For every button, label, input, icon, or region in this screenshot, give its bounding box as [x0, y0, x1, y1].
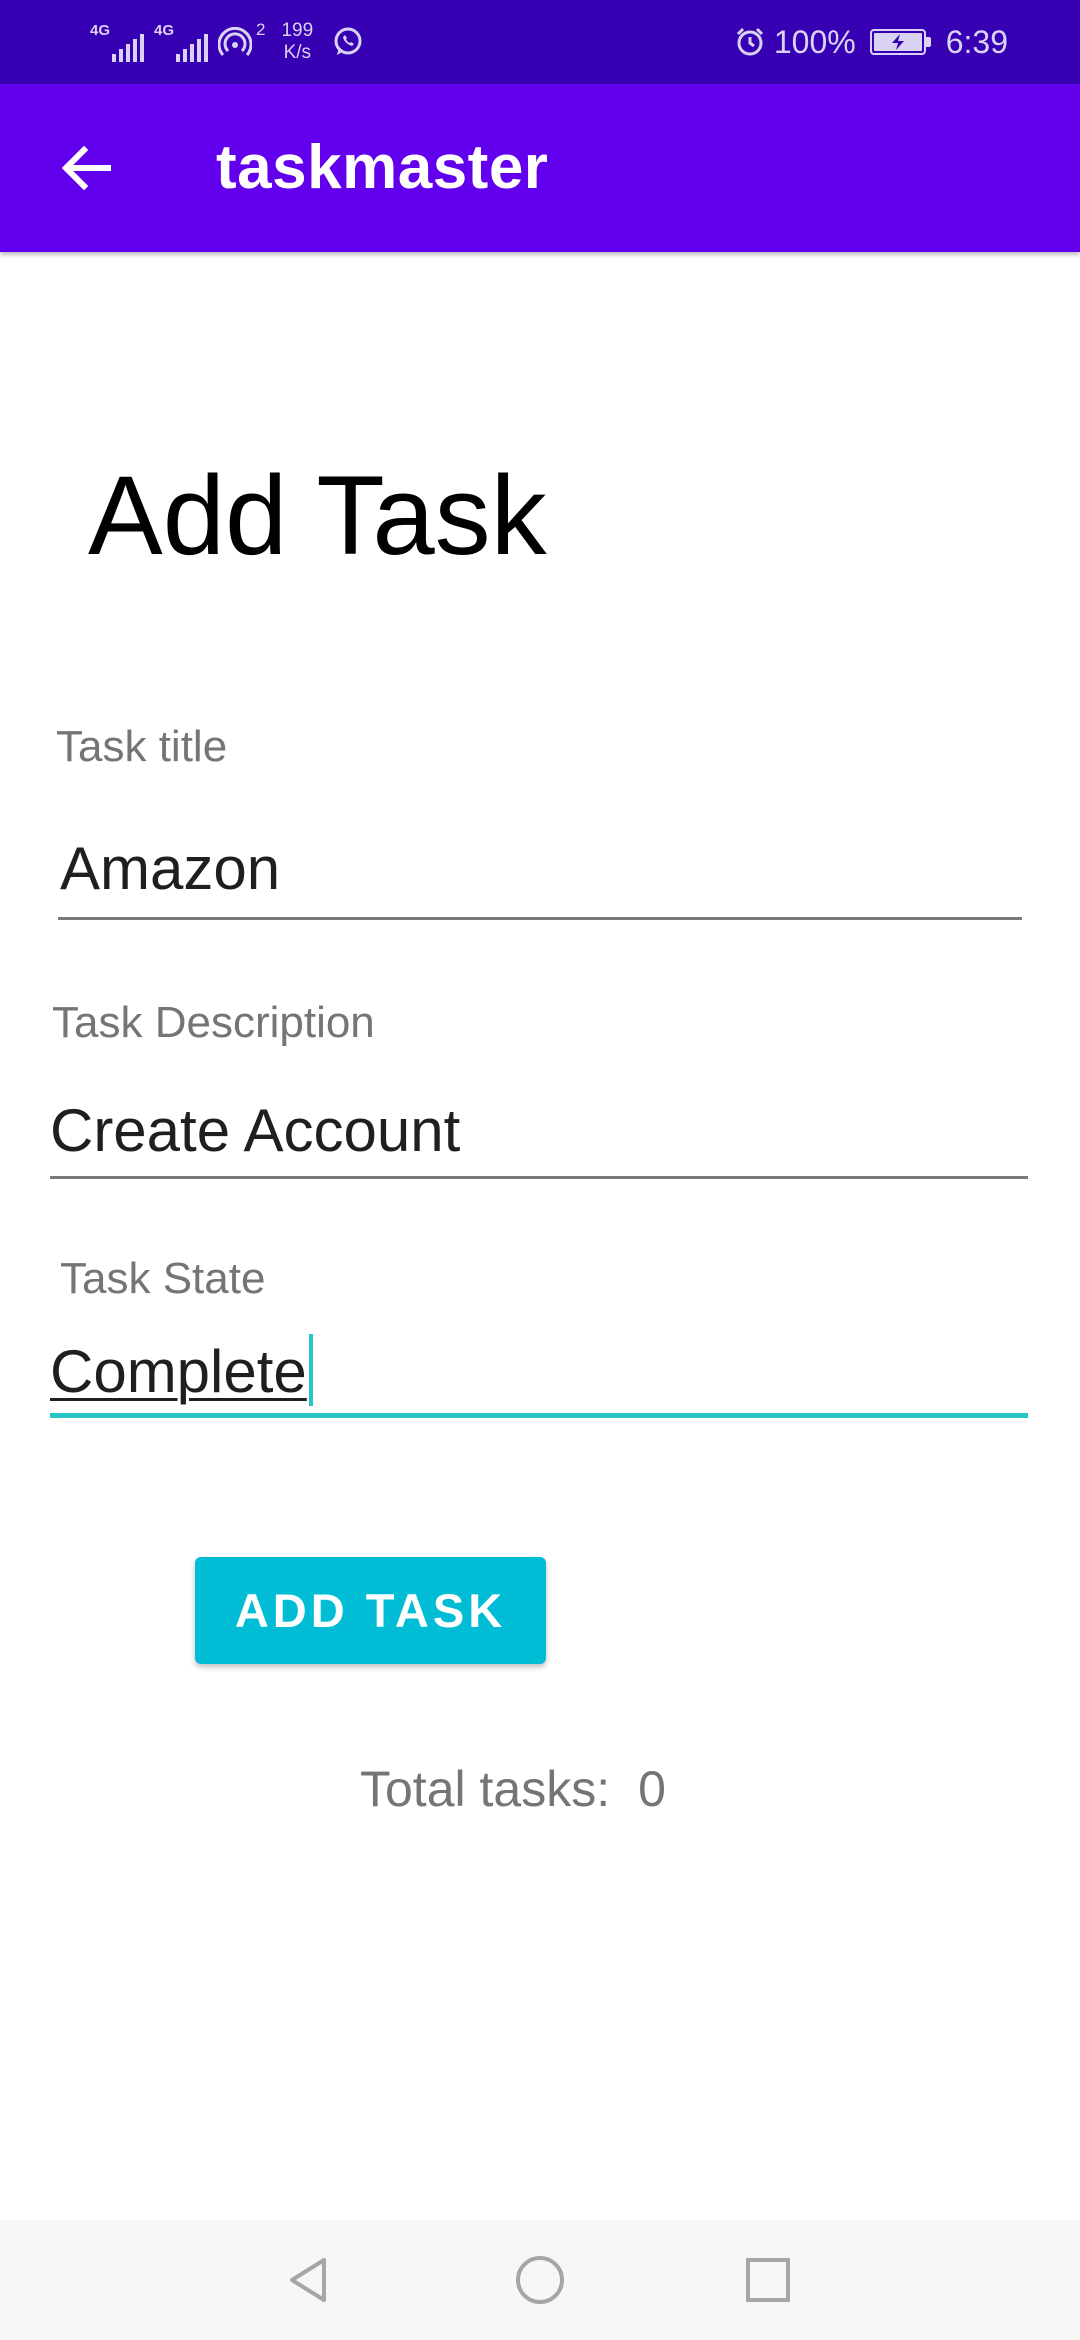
sim2-signal-icon: 4G	[154, 22, 208, 62]
nav-recents-button[interactable]	[730, 2242, 806, 2318]
task-state-input[interactable]: Complete	[50, 1334, 313, 1406]
task-title-input[interactable]: Amazon	[60, 834, 280, 903]
sim2-network-type: 4G	[154, 22, 175, 39]
triangle-back-icon	[290, 2258, 326, 2302]
battery-percent: 100%	[773, 23, 856, 60]
app-title: taskmaster	[216, 133, 549, 202]
total-tasks-count: 0	[638, 1761, 666, 1817]
hotspot-icon	[218, 26, 252, 56]
hotspot-count: 2	[256, 20, 266, 39]
task-title-label: Task title	[56, 722, 228, 771]
navigation-bar	[0, 2220, 1080, 2340]
network-speed-unit: K/s	[283, 42, 312, 63]
square-recents-icon	[746, 2258, 790, 2302]
whatsapp-icon	[334, 27, 362, 55]
circle-home-icon	[516, 2256, 564, 2304]
add-task-button[interactable]: ADD TASK	[195, 1557, 546, 1664]
total-tasks-label: Total tasks:	[360, 1761, 611, 1817]
nav-home-button[interactable]	[502, 2242, 578, 2318]
network-speed-value: 199	[281, 20, 314, 41]
arrow-back-icon	[61, 145, 111, 191]
task-state-value: Complete	[50, 1338, 307, 1405]
status-bar-left: 4G 4G 2 199 K/s	[90, 18, 365, 66]
screen: 4G 4G 2 199 K/s 100% 6:39 taskmaster Add…	[0, 0, 1080, 2340]
sim1-signal-icon: 4G	[90, 22, 144, 62]
sim1-network-type: 4G	[90, 22, 111, 39]
battery-charging-icon	[869, 29, 931, 55]
network-speed: 199 K/s	[281, 20, 313, 64]
task-title-underline	[58, 917, 1022, 920]
status-bar: 4G 4G 2 199 K/s 100% 6:39	[0, 0, 1080, 84]
task-description-label: Task Description	[52, 998, 375, 1047]
task-description-input[interactable]: Create Account	[50, 1096, 460, 1165]
clock: 6:39	[945, 23, 1008, 60]
back-button[interactable]	[48, 130, 124, 206]
task-description-underline	[50, 1176, 1028, 1179]
app-bar: taskmaster	[0, 84, 1080, 252]
status-bar-right: 100% 6:39	[734, 18, 1008, 66]
task-state-underline	[50, 1413, 1028, 1418]
nav-back-button[interactable]	[270, 2242, 346, 2318]
text-cursor	[308, 1334, 313, 1406]
alarm-icon	[736, 27, 763, 56]
page-title: Add Task	[88, 453, 547, 578]
task-state-label: Task State	[60, 1254, 266, 1303]
total-tasks: Total tasks: 0	[360, 1760, 666, 1818]
